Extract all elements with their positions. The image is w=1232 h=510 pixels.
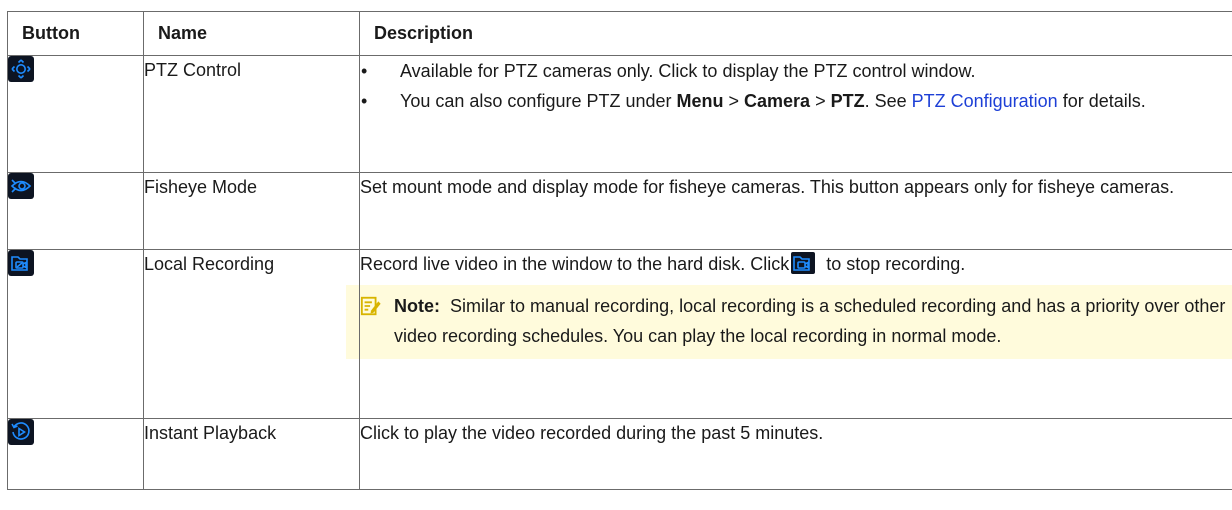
list-item: Available for PTZ cameras only. Click to…: [360, 56, 1232, 86]
ptz-configuration-link[interactable]: PTZ Configuration: [912, 91, 1058, 111]
ptz-control-icon[interactable]: [8, 56, 34, 82]
header-description: Description: [359, 11, 1232, 56]
local-recording-icon[interactable]: [8, 250, 34, 276]
row-description-local-recording: Record live video in the window to the h…: [360, 252, 966, 275]
ptz-bullet-list: Available for PTZ cameras only. Click to…: [360, 56, 1232, 116]
table-row-fisheye-mode: Fisheye Mode Set mount mode and display …: [7, 172, 1232, 250]
row-name-ptz-control: PTZ Control: [143, 55, 360, 173]
table-row-instant-playback: Instant Playback Click to play the video…: [7, 418, 1232, 490]
menu-path-ptz: PTZ: [830, 91, 865, 111]
row-description-fisheye-mode: Set mount mode and display mode for fish…: [359, 172, 1232, 250]
list-item: You can also configure PTZ under Menu > …: [360, 86, 1232, 116]
table-header-row: Button Name Description: [7, 11, 1232, 56]
note-text: Similar to manual recording, local recor…: [394, 296, 1226, 346]
note-label: Note:: [394, 296, 440, 316]
menu-path-menu: Menu: [676, 91, 724, 111]
table-row-local-recording: Local Recording Record live video in the…: [7, 249, 1232, 419]
row-description-instant-playback: Click to play the video recorded during …: [359, 418, 1232, 490]
table-row-ptz-control: PTZ Control Available for PTZ cameras on…: [7, 55, 1232, 173]
menu-path-camera: Camera: [744, 91, 811, 111]
fisheye-mode-icon[interactable]: [8, 173, 34, 199]
header-button: Button: [7, 11, 144, 56]
button-description-table: Button Name Description PTZ Control • Av…: [7, 11, 1232, 490]
note-icon: [360, 291, 386, 351]
note-box: Note: Similar to manual recording, local…: [346, 285, 1232, 359]
header-name: Name: [143, 11, 360, 56]
instant-playback-icon[interactable]: [8, 419, 34, 445]
row-name-fisheye-mode: Fisheye Mode: [143, 172, 360, 250]
stop-recording-icon[interactable]: [791, 252, 816, 275]
row-name-instant-playback: Instant Playback: [143, 418, 360, 490]
row-name-local-recording: Local Recording: [143, 249, 360, 419]
